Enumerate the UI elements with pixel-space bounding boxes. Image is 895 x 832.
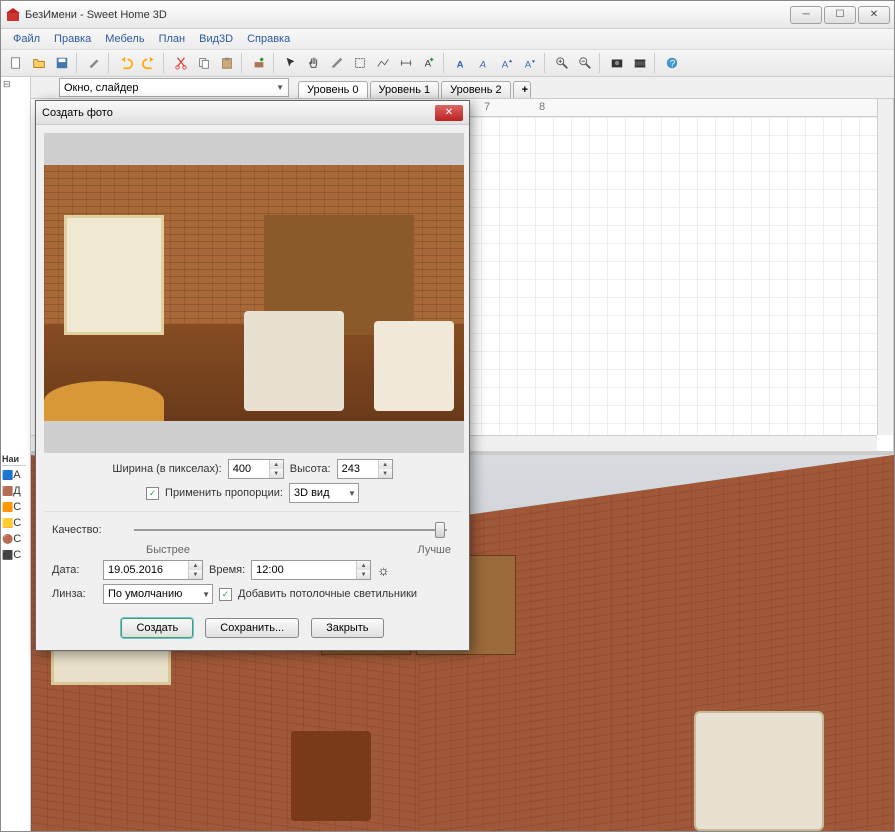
time-input[interactable]: 12:00 ▲▼ [251,560,371,580]
maximize-button[interactable]: ☐ [824,6,856,24]
furniture-list: Наи 🟦 А 🟫 Д 🟧 С 🟨 С 🟤 С ⬛ С [2,452,26,562]
date-input[interactable]: 19.05.2016 ▲▼ [103,560,203,580]
room-tool[interactable] [349,52,371,74]
quality-slider[interactable] [134,520,447,540]
create-button[interactable]: Создать [121,618,193,638]
photo-button[interactable] [606,52,628,74]
chair1-3d [291,701,411,831]
cut-button[interactable] [170,52,192,74]
redo-button[interactable] [138,52,160,74]
list-item[interactable]: 🟤 С [2,532,26,546]
list-item[interactable]: ⬛ С [2,548,26,562]
menu-file[interactable]: Файл [7,31,46,47]
quality-faster-label: Быстрее [146,544,190,556]
titlebar: БезИмени - Sweet Home 3D ─ ☐ ✕ [1,1,894,29]
spin-down-icon: ▼ [270,469,283,478]
proportions-label: Применить пропорции: [165,487,283,499]
quality-better-label: Лучше [417,544,451,556]
copy-button[interactable] [193,52,215,74]
svg-text:A: A [502,59,509,70]
menu-help[interactable]: Справка [241,31,296,47]
dialog-titlebar: Создать фото ✕ [36,101,469,125]
chevron-down-icon: ▼ [276,83,284,92]
paste-button[interactable] [216,52,238,74]
text-size-up-button[interactable]: A [496,52,518,74]
date-label: Дата: [52,564,97,576]
dialog-body: Ширина (в пикселах): 400 ▲▼ Высота: 243 … [36,125,469,650]
height-input[interactable]: 243 ▲▼ [337,459,393,479]
pan-tool[interactable] [303,52,325,74]
help-button[interactable]: ? [661,52,683,74]
undo-button[interactable] [115,52,137,74]
dialog-title: Создать фото [42,107,113,119]
chevron-down-icon: ▼ [348,489,356,498]
chair2-3d [694,671,854,831]
menu-view3d[interactable]: Вид3D [193,31,239,47]
menubar: Файл Правка Мебель План Вид3D Справка [1,29,894,50]
new-button[interactable] [5,52,27,74]
photo-preview [44,133,464,453]
svg-text:A: A [525,59,532,70]
spin-up-icon: ▲ [270,460,283,469]
svg-text:?: ? [670,59,675,70]
dialog-close-button[interactable]: ✕ [435,105,463,121]
toolbar: A A A A A ? [1,50,894,77]
list-item[interactable]: 🟧 С [2,500,26,514]
plan-scrollbar-v[interactable] [877,99,893,435]
select-tool[interactable] [280,52,302,74]
tabs-row: Окно, слайдер ▼ Уровень 0 Уровень 1 Уров… [31,77,894,99]
open-button[interactable] [28,52,50,74]
list-header: Наи [2,452,26,466]
text-bold-button[interactable]: A [450,52,472,74]
combo-value: Окно, слайдер [64,82,139,94]
close-button[interactable]: ✕ [858,6,890,24]
tab-level-2[interactable]: Уровень 2 [441,81,511,98]
close-dialog-button[interactable]: Закрыть [311,618,383,638]
quality-label: Качество: [52,524,122,536]
furniture-combo[interactable]: Окно, слайдер ▼ [59,78,289,97]
svg-text:A: A [457,59,464,70]
width-input[interactable]: 400 ▲▼ [228,459,284,479]
minimize-button[interactable]: ─ [790,6,822,24]
lens-label: Линза: [52,588,97,600]
chevron-down-icon: ▼ [202,590,210,599]
ceiling-lights-checkbox[interactable]: ✓ [219,588,232,601]
list-item[interactable]: 🟦 А [2,468,26,482]
proportions-select[interactable]: 3D вид ▼ [289,483,359,503]
add-level-button[interactable]: + [513,81,531,98]
save-button[interactable] [51,52,73,74]
zoom-in-button[interactable] [551,52,573,74]
dimension-tool[interactable] [395,52,417,74]
sun-icon[interactable]: ☼ [377,562,390,578]
menu-furniture[interactable]: Мебель [99,31,150,47]
list-item[interactable]: 🟨 С [2,516,26,530]
zoom-out-button[interactable] [574,52,596,74]
text-italic-button[interactable]: A [473,52,495,74]
text-tool[interactable]: A [418,52,440,74]
add-furniture-button[interactable] [248,52,270,74]
tab-level-1[interactable]: Уровень 1 [370,81,440,98]
time-label: Время: [209,564,245,576]
menu-plan[interactable]: План [153,31,192,47]
window-title: БезИмени - Sweet Home 3D [25,9,788,21]
app-icon [5,7,21,23]
create-photo-dialog: Создать фото ✕ Ширина (в пикселах): 400 … [35,100,470,651]
height-label: Высота: [290,463,331,475]
proportions-checkbox[interactable]: ✓ [146,487,159,500]
width-label: Ширина (в пикселах): [112,463,221,475]
text-size-down-button[interactable]: A [519,52,541,74]
ceiling-lights-label: Добавить потолочные светильники [238,588,417,600]
list-item[interactable]: 🟫 Д [2,484,26,498]
prefs-button[interactable] [83,52,105,74]
polyline-tool[interactable] [372,52,394,74]
lens-select[interactable]: По умолчанию ▼ [103,584,213,604]
svg-text:A: A [479,59,486,70]
wall-tool[interactable] [326,52,348,74]
save-button[interactable]: Сохранить... [205,618,299,638]
menu-edit[interactable]: Правка [48,31,97,47]
tab-level-0[interactable]: Уровень 0 [298,81,368,98]
video-button[interactable] [629,52,651,74]
